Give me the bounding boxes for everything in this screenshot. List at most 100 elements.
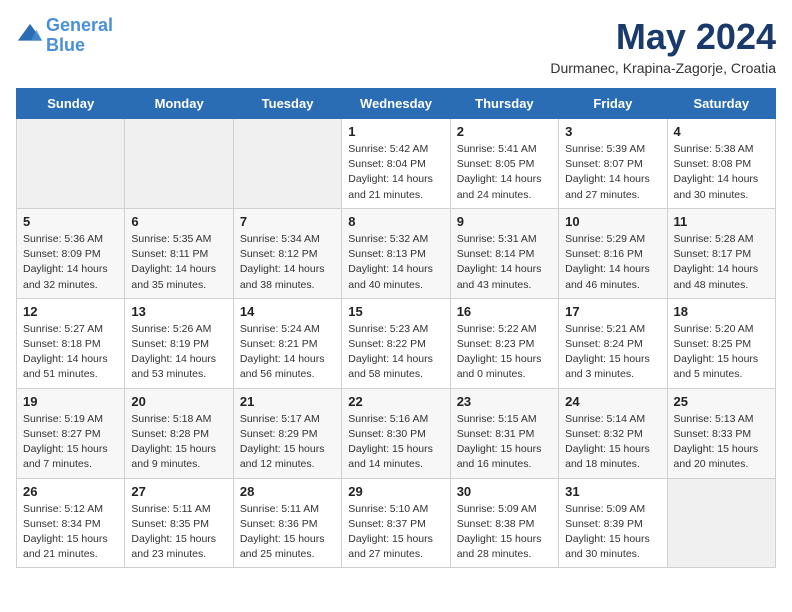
day-number: 19 (23, 394, 118, 409)
week-row-4: 19 Sunrise: 5:19 AMSunset: 8:27 PMDayligh… (17, 388, 776, 478)
calendar-header: SundayMondayTuesdayWednesdayThursdayFrid… (17, 89, 776, 119)
calendar-cell: 24 Sunrise: 5:14 AMSunset: 8:32 PMDayligh… (559, 388, 667, 478)
day-info: Sunrise: 5:13 AMSunset: 8:33 PMDaylight:… (674, 412, 769, 473)
day-number: 24 (565, 394, 660, 409)
day-number: 27 (131, 484, 226, 499)
day-info: Sunrise: 5:23 AMSunset: 8:22 PMDaylight:… (348, 322, 443, 383)
calendar-cell: 23 Sunrise: 5:15 AMSunset: 8:31 PMDayligh… (450, 388, 558, 478)
day-info: Sunrise: 5:41 AMSunset: 8:05 PMDaylight:… (457, 142, 552, 203)
day-info: Sunrise: 5:17 AMSunset: 8:29 PMDaylight:… (240, 412, 335, 473)
calendar-cell (17, 119, 125, 209)
day-number: 13 (131, 304, 226, 319)
calendar-cell: 9Sunrise: 5:31 AMSunset: 8:14 PMDaylight… (450, 208, 558, 298)
calendar-cell: 25 Sunrise: 5:13 AMSunset: 8:33 PMDayligh… (667, 388, 775, 478)
calendar-cell: 10 Sunrise: 5:29 AMSunset: 8:16 PMDayligh… (559, 208, 667, 298)
calendar-cell: 22 Sunrise: 5:16 AMSunset: 8:30 PMDayligh… (342, 388, 450, 478)
day-info: Sunrise: 5:26 AMSunset: 8:19 PMDaylight:… (131, 322, 226, 383)
day-of-week-monday: Monday (125, 89, 233, 119)
calendar-body: 1 Sunrise: 5:42 AMSunset: 8:04 PMDaylight… (17, 119, 776, 568)
day-number: 28 (240, 484, 335, 499)
calendar-cell: 4 Sunrise: 5:38 AMSunset: 8:08 PMDaylight… (667, 119, 775, 209)
week-row-5: 26 Sunrise: 5:12 AMSunset: 8:34 PMDayligh… (17, 478, 776, 568)
day-info: Sunrise: 5:22 AMSunset: 8:23 PMDaylight:… (457, 322, 552, 383)
calendar-cell: 27Sunrise: 5:11 AMSunset: 8:35 PMDayligh… (125, 478, 233, 568)
calendar-cell: 17 Sunrise: 5:21 AMSunset: 8:24 PMDayligh… (559, 298, 667, 388)
day-of-week-tuesday: Tuesday (233, 89, 341, 119)
day-number: 9 (457, 214, 552, 229)
day-info: Sunrise: 5:24 AMSunset: 8:21 PMDaylight:… (240, 322, 335, 383)
day-info: Sunrise: 5:19 AMSunset: 8:27 PMDaylight:… (23, 412, 118, 473)
day-info: Sunrise: 5:18 AMSunset: 8:28 PMDaylight:… (131, 412, 226, 473)
day-of-week-sunday: Sunday (17, 89, 125, 119)
day-number: 20 (131, 394, 226, 409)
day-info: Sunrise: 5:29 AMSunset: 8:16 PMDaylight:… (565, 232, 660, 293)
day-info: Sunrise: 5:39 AMSunset: 8:07 PMDaylight:… (565, 142, 660, 203)
day-number: 23 (457, 394, 552, 409)
day-number: 2 (457, 124, 552, 139)
calendar-cell (667, 478, 775, 568)
day-info: Sunrise: 5:11 AMSunset: 8:36 PMDaylight:… (240, 502, 335, 563)
day-info: Sunrise: 5:38 AMSunset: 8:08 PMDaylight:… (674, 142, 769, 203)
calendar-cell: 15 Sunrise: 5:23 AMSunset: 8:22 PMDayligh… (342, 298, 450, 388)
day-info: Sunrise: 5:09 AMSunset: 8:38 PMDaylight:… (457, 502, 552, 563)
week-row-1: 1 Sunrise: 5:42 AMSunset: 8:04 PMDaylight… (17, 119, 776, 209)
calendar-cell: 31Sunrise: 5:09 AMSunset: 8:39 PMDayligh… (559, 478, 667, 568)
day-of-week-friday: Friday (559, 89, 667, 119)
day-number: 25 (674, 394, 769, 409)
day-number: 4 (674, 124, 769, 139)
day-of-week-thursday: Thursday (450, 89, 558, 119)
calendar-cell: 1 Sunrise: 5:42 AMSunset: 8:04 PMDaylight… (342, 119, 450, 209)
day-number: 18 (674, 304, 769, 319)
calendar-cell: 6Sunrise: 5:35 AMSunset: 8:11 PMDaylight… (125, 208, 233, 298)
calendar-cell: 12 Sunrise: 5:27 AMSunset: 8:18 PMDayligh… (17, 298, 125, 388)
month-title: May 2024 (550, 16, 776, 58)
day-info: Sunrise: 5:32 AMSunset: 8:13 PMDaylight:… (348, 232, 443, 293)
day-info: Sunrise: 5:36 AMSunset: 8:09 PMDaylight:… (23, 232, 118, 293)
logo-text: General Blue (46, 16, 113, 56)
day-info: Sunrise: 5:42 AMSunset: 8:04 PMDaylight:… (348, 142, 443, 203)
week-row-3: 12 Sunrise: 5:27 AMSunset: 8:18 PMDayligh… (17, 298, 776, 388)
day-info: Sunrise: 5:16 AMSunset: 8:30 PMDaylight:… (348, 412, 443, 473)
calendar-cell (233, 119, 341, 209)
calendar-cell: 30 Sunrise: 5:09 AMSunset: 8:38 PMDayligh… (450, 478, 558, 568)
day-number: 15 (348, 304, 443, 319)
calendar-cell: 26 Sunrise: 5:12 AMSunset: 8:34 PMDayligh… (17, 478, 125, 568)
day-number: 12 (23, 304, 118, 319)
day-info: Sunrise: 5:15 AMSunset: 8:31 PMDaylight:… (457, 412, 552, 473)
day-number: 8 (348, 214, 443, 229)
calendar-cell: 21Sunrise: 5:17 AMSunset: 8:29 PMDayligh… (233, 388, 341, 478)
calendar-cell: 19 Sunrise: 5:19 AMSunset: 8:27 PMDayligh… (17, 388, 125, 478)
day-number: 16 (457, 304, 552, 319)
calendar-cell: 8 Sunrise: 5:32 AMSunset: 8:13 PMDaylight… (342, 208, 450, 298)
day-of-week-saturday: Saturday (667, 89, 775, 119)
calendar-cell: 11Sunrise: 5:28 AMSunset: 8:17 PMDayligh… (667, 208, 775, 298)
day-info: Sunrise: 5:34 AMSunset: 8:12 PMDaylight:… (240, 232, 335, 293)
logo-icon (16, 22, 44, 50)
logo: General Blue (16, 16, 113, 56)
page-header: General Blue May 2024 Durmanec, Krapina-… (16, 16, 776, 76)
day-info: Sunrise: 5:21 AMSunset: 8:24 PMDaylight:… (565, 322, 660, 383)
day-number: 30 (457, 484, 552, 499)
day-info: Sunrise: 5:27 AMSunset: 8:18 PMDaylight:… (23, 322, 118, 383)
day-number: 22 (348, 394, 443, 409)
day-of-week-wednesday: Wednesday (342, 89, 450, 119)
calendar-cell: 7Sunrise: 5:34 AMSunset: 8:12 PMDaylight… (233, 208, 341, 298)
day-number: 10 (565, 214, 660, 229)
day-number: 17 (565, 304, 660, 319)
calendar-cell: 29Sunrise: 5:10 AMSunset: 8:37 PMDayligh… (342, 478, 450, 568)
day-number: 14 (240, 304, 335, 319)
day-info: Sunrise: 5:14 AMSunset: 8:32 PMDaylight:… (565, 412, 660, 473)
calendar-cell: 5Sunrise: 5:36 AMSunset: 8:09 PMDaylight… (17, 208, 125, 298)
day-info: Sunrise: 5:35 AMSunset: 8:11 PMDaylight:… (131, 232, 226, 293)
day-info: Sunrise: 5:28 AMSunset: 8:17 PMDaylight:… (674, 232, 769, 293)
week-row-2: 5Sunrise: 5:36 AMSunset: 8:09 PMDaylight… (17, 208, 776, 298)
day-number: 26 (23, 484, 118, 499)
calendar-cell: 18Sunrise: 5:20 AMSunset: 8:25 PMDayligh… (667, 298, 775, 388)
day-info: Sunrise: 5:10 AMSunset: 8:37 PMDaylight:… (348, 502, 443, 563)
calendar-cell: 16 Sunrise: 5:22 AMSunset: 8:23 PMDayligh… (450, 298, 558, 388)
day-number: 1 (348, 124, 443, 139)
day-info: Sunrise: 5:12 AMSunset: 8:34 PMDaylight:… (23, 502, 118, 563)
calendar-cell: 13 Sunrise: 5:26 AMSunset: 8:19 PMDayligh… (125, 298, 233, 388)
calendar-cell: 2 Sunrise: 5:41 AMSunset: 8:05 PMDaylight… (450, 119, 558, 209)
calendar-cell: 3Sunrise: 5:39 AMSunset: 8:07 PMDaylight… (559, 119, 667, 209)
